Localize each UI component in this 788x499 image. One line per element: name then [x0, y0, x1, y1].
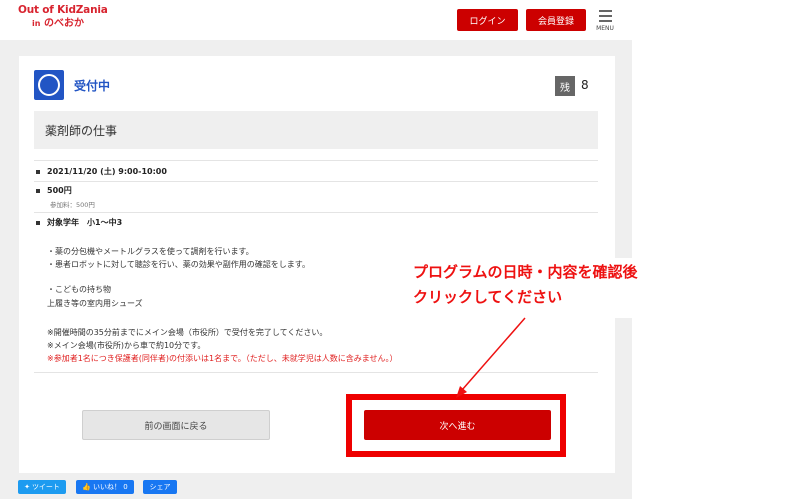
arrow-icon [456, 317, 526, 398]
like-label: いいね！ 0 [93, 483, 128, 491]
share-button[interactable]: シェア [143, 480, 177, 494]
tweet-button[interactable]: ✦ ツイート [18, 480, 66, 494]
like-button[interactable]: 👍 いいね！ 0 [76, 480, 134, 494]
tweet-label: ツイート [31, 483, 60, 491]
twitter-bird-icon: ✦ [24, 483, 30, 491]
page: Out of KidZania in のべおか ログイン 会員登録 MENU 受… [0, 0, 788, 499]
thumbs-up-icon: 👍 [82, 483, 92, 491]
